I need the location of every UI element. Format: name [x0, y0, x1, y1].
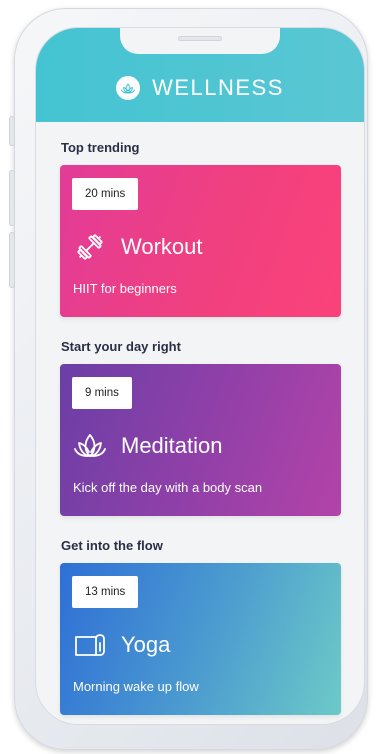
card-subtitle: Kick off the day with a body scan	[73, 480, 263, 495]
lotus-icon	[116, 76, 141, 100]
speaker-grille	[178, 36, 222, 41]
section-title-top-trending: Top trending	[61, 140, 140, 155]
brand-name: WELLNESS	[152, 75, 284, 100]
mute-switch	[9, 116, 15, 146]
card-yoga[interactable]: 13 mins Yoga Morning wake up flow	[60, 563, 341, 715]
card-meditation[interactable]: 9 mins Meditation Kick off the day with …	[60, 364, 341, 516]
lotus-icon	[73, 429, 107, 463]
duration-badge: 20 mins	[72, 178, 139, 210]
card-title: Workout	[121, 234, 203, 259]
phone-notch	[120, 28, 280, 54]
card-title: Yoga	[121, 632, 171, 657]
section-title-start-your-day: Start your day right	[61, 339, 181, 354]
card-workout[interactable]: 20 mins Workout HIIT for beginners	[60, 165, 341, 317]
card-subtitle: Morning wake up flow	[73, 679, 199, 694]
card-title-row: Workout	[73, 229, 203, 265]
duration-badge: 9 mins	[72, 377, 132, 409]
duration-badge: 13 mins	[72, 576, 139, 608]
phone-screen: WELLNESS Top trending 20 mins Workout HI…	[36, 28, 364, 724]
brand: WELLNESS	[36, 74, 364, 102]
card-subtitle: HIIT for beginners	[73, 281, 177, 296]
section-title-get-into-flow: Get into the flow	[61, 538, 163, 553]
card-title: Meditation	[121, 433, 223, 458]
yoga-mat-icon	[73, 628, 107, 662]
card-title-row: Meditation	[73, 428, 223, 464]
volume-down-button	[9, 232, 15, 288]
card-title-row: Yoga	[73, 627, 170, 663]
dumbbell-icon	[73, 230, 107, 264]
volume-up-button	[9, 170, 15, 226]
